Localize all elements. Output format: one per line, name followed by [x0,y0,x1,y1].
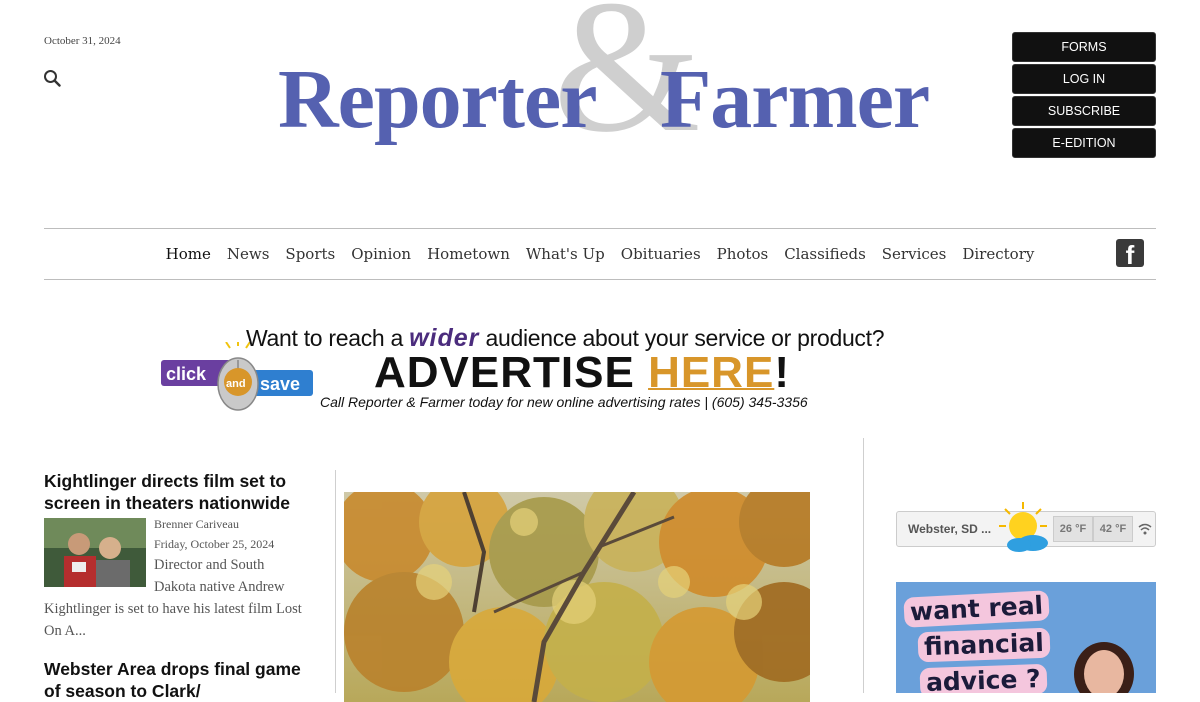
nav-item-whats-up[interactable]: What's Up [526,245,605,263]
story-title[interactable]: Webster Area drops final game of season … [44,658,304,702]
side-ad-person [1074,642,1134,693]
nav-item-photos[interactable]: Photos [717,245,769,263]
subscribe-button[interactable]: SUBSCRIBE [1012,96,1156,126]
advertise-banner[interactable]: click and save Want to reach a wider aud… [160,322,890,418]
ad-contact-line: Call Reporter & Farmer today for new onl… [320,394,808,410]
logo-word-reporter: Reporter [278,53,597,146]
side-ad-line2: financial [917,627,1051,663]
account-buttons: FORMS LOG IN SUBSCRIBE E-EDITION [1012,32,1156,160]
search-icon[interactable] [43,69,61,87]
story-title[interactable]: Kightlinger directs film set to screen i… [44,470,304,514]
ad-callout-bang: ! [774,348,790,397]
site-logo[interactable]: & Reporter Farmer [278,0,930,162]
facebook-icon[interactable]: f [1116,239,1144,267]
nav-item-hometown[interactable]: Hometown [427,245,510,263]
weather-widget[interactable]: Webster, SD ... 26 °F 42 °F [896,502,1156,552]
nav-item-opinion[interactable]: Opinion [351,245,411,263]
story-thumbnail[interactable] [44,518,146,587]
side-advertisement[interactable]: want real financial advice ? [896,582,1156,693]
main-nav: Home News Sports Opinion Hometown What's… [44,229,1156,279]
nav-item-directory[interactable]: Directory [962,245,1034,263]
side-ad-line1: want real [903,590,1050,628]
badge-and-text: and [226,378,246,390]
wifi-icon [1138,523,1152,535]
ad-callout-advertise: ADVERTISE [374,348,635,397]
featured-photo[interactable] [344,492,810,702]
weather-icon [999,502,1048,552]
nav-item-news[interactable]: News [227,245,270,263]
ad-callout-here: HERE [648,348,775,397]
e-edition-button[interactable]: E-EDITION [1012,128,1156,158]
story-card: Webster Area drops final game of season … [44,658,304,702]
nav-item-classifieds[interactable]: Classifieds [784,245,866,263]
badge-click-text: click [166,364,207,384]
nav-item-obituaries[interactable]: Obituaries [621,245,701,263]
side-ad-line3: advice ? [919,663,1048,693]
column-divider-right [863,438,864,693]
nav-item-home[interactable]: Home [166,245,211,263]
column-divider-left [335,470,336,693]
weather-low-temp: 26 °F [1053,516,1093,542]
ad-callout: ADVERTISE HERE! [374,348,790,398]
weather-high-temp: 42 °F [1093,516,1133,542]
nav-item-sports[interactable]: Sports [285,245,335,263]
weather-location: Webster, SD ... [908,522,992,536]
badge-save-text: save [260,374,300,394]
story-card: Kightlinger directs film set to screen i… [44,470,304,642]
logo-word-farmer: Farmer [660,53,930,146]
forms-button[interactable]: FORMS [1012,32,1156,62]
nav-bottom-divider [44,279,1156,280]
current-date: October 31, 2024 [44,35,121,47]
login-button[interactable]: LOG IN [1012,64,1156,94]
nav-item-services[interactable]: Services [882,245,947,263]
